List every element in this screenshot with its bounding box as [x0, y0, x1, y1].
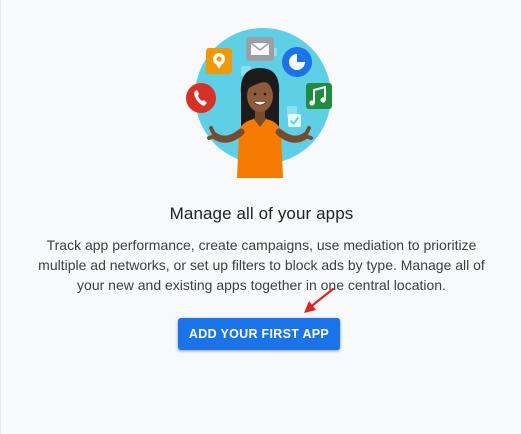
- empty-state-title: Manage all of your apps: [169, 204, 354, 223]
- empty-state-description: Track app performance, create campaigns,…: [38, 237, 485, 293]
- checkbox-icon: [288, 114, 301, 127]
- add-first-app-button[interactable]: ADD YOUR FIRST APP: [178, 318, 340, 350]
- music-note-icon: [306, 83, 332, 109]
- apps-illustration: [186, 28, 332, 178]
- phone-icon: [186, 83, 216, 113]
- mail-icon: [246, 37, 274, 61]
- location-pin-icon: [206, 48, 232, 74]
- empty-state-panel: Manage all of your apps Track app perfor…: [0, 0, 521, 434]
- pie-chart-icon: [282, 47, 312, 77]
